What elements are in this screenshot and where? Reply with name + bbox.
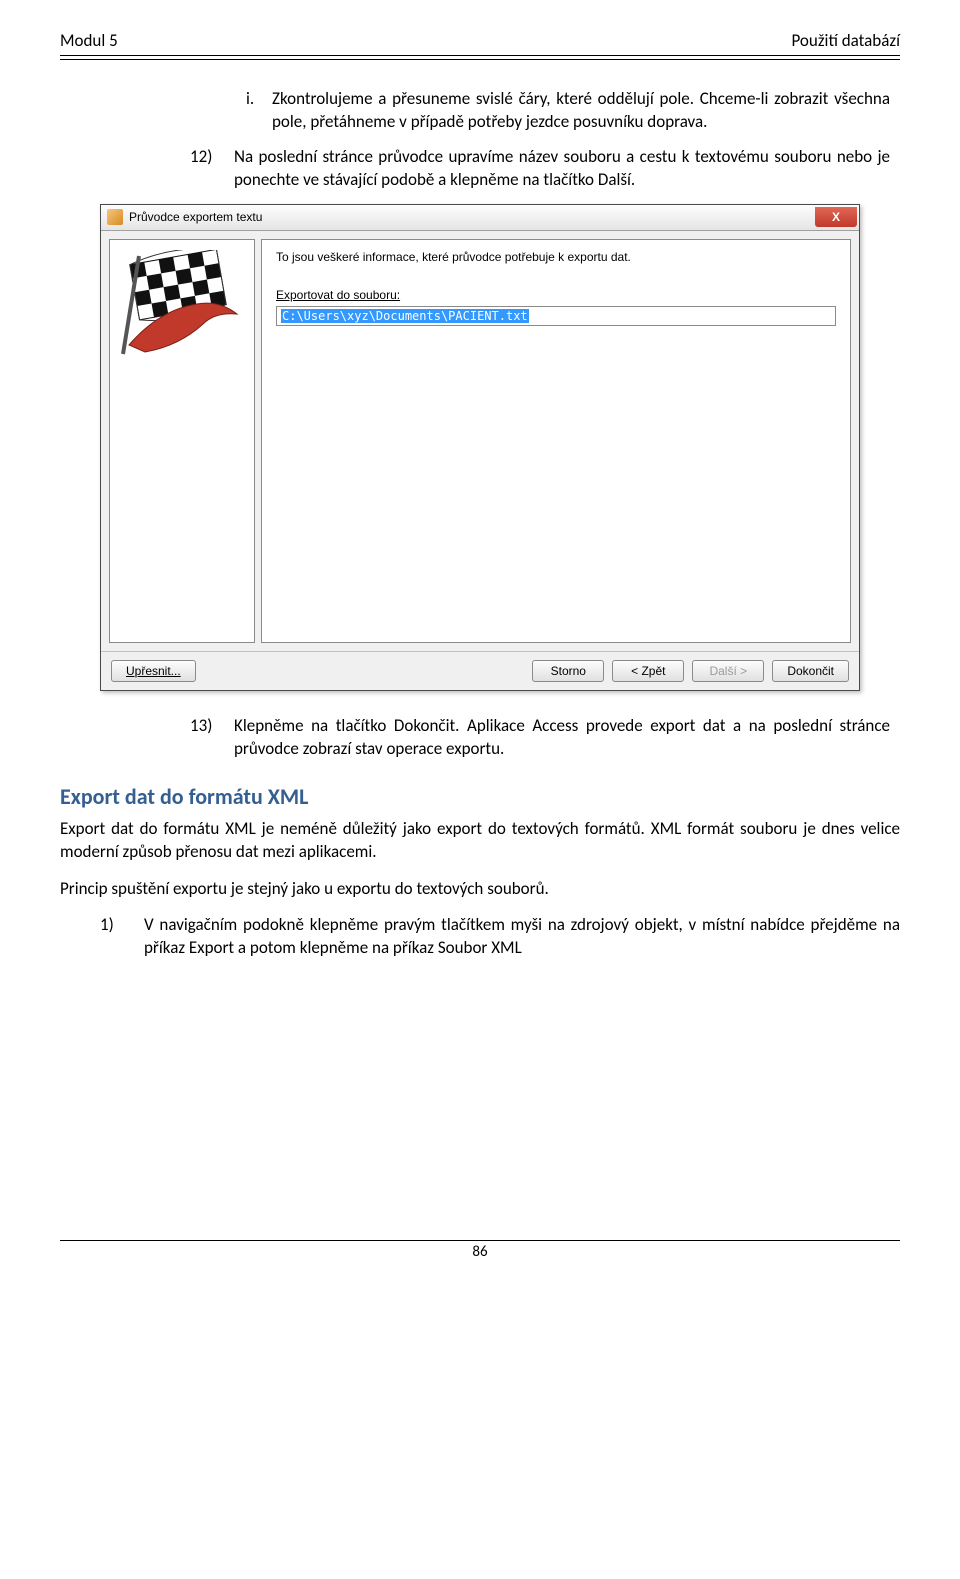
list-text: Na poslední stránce průvodce upravíme ná… — [234, 146, 890, 192]
export-label: Exportovat do souboru: — [276, 288, 836, 302]
list-number: i. — [246, 88, 260, 134]
next-button: Další > — [692, 660, 764, 682]
wizard-sidebar — [109, 239, 255, 643]
advanced-button[interactable]: Upřesnit... — [111, 660, 196, 682]
list-number: 12) — [190, 146, 216, 192]
finish-button[interactable]: Dokončit — [772, 660, 849, 682]
header-underline — [60, 58, 900, 60]
paragraph-xml-2: Princip spuštění exportu je stejný jako … — [60, 878, 900, 901]
export-path-input[interactable]: C:\Users\xyz\Documents\PACIENT.txt — [276, 306, 836, 326]
app-icon — [107, 209, 123, 225]
titlebar: Průvodce exportem textu X — [101, 205, 859, 231]
wizard-main: To jsou veškeré informace, které průvodc… — [261, 239, 851, 643]
header-right: Použití databází — [791, 30, 900, 51]
list-text: Zkontrolujeme a přesuneme svislé čáry, k… — [272, 88, 890, 134]
list-number: 13) — [190, 715, 216, 761]
wizard-button-bar: Upřesnit... Storno < Zpět Další > Dokonč… — [101, 651, 859, 690]
list-number: 1) — [100, 914, 126, 960]
header-left: Modul 5 — [60, 30, 118, 51]
cancel-button[interactable]: Storno — [532, 660, 604, 682]
close-icon: X — [832, 210, 840, 224]
close-button[interactable]: X — [815, 207, 857, 227]
list-text: Klepněme na tlačítko Dokončit. Aplikace … — [234, 715, 890, 761]
wizard-dialog: Průvodce exportem textu X — [100, 204, 860, 691]
list-item-12: 12) Na poslední stránce průvodce upravím… — [190, 146, 890, 192]
list-item-1: 1) V navigačním podokně klepněme pravým … — [100, 914, 900, 960]
paragraph-xml-1: Export dat do formátu XML je neméně důle… — [60, 818, 900, 864]
wizard-info: To jsou veškeré informace, které průvodc… — [276, 250, 836, 264]
wizard-title: Průvodce exportem textu — [129, 210, 262, 224]
list-text: V navigačním podokně klepněme pravým tla… — [144, 914, 900, 960]
page-header: Modul 5 Použití databází — [60, 30, 900, 56]
list-item-i: i. Zkontrolujeme a přesuneme svislé čáry… — [246, 88, 890, 134]
finish-flag-icon — [119, 250, 245, 360]
list-item-13: 13) Klepněme na tlačítko Dokončit. Aplik… — [190, 715, 890, 761]
back-button[interactable]: < Zpět — [612, 660, 684, 682]
page-number: 86 — [60, 1241, 900, 1261]
heading-xml: Export dat do formátu XML — [60, 783, 900, 810]
export-path-value: C:\Users\xyz\Documents\PACIENT.txt — [281, 309, 529, 323]
